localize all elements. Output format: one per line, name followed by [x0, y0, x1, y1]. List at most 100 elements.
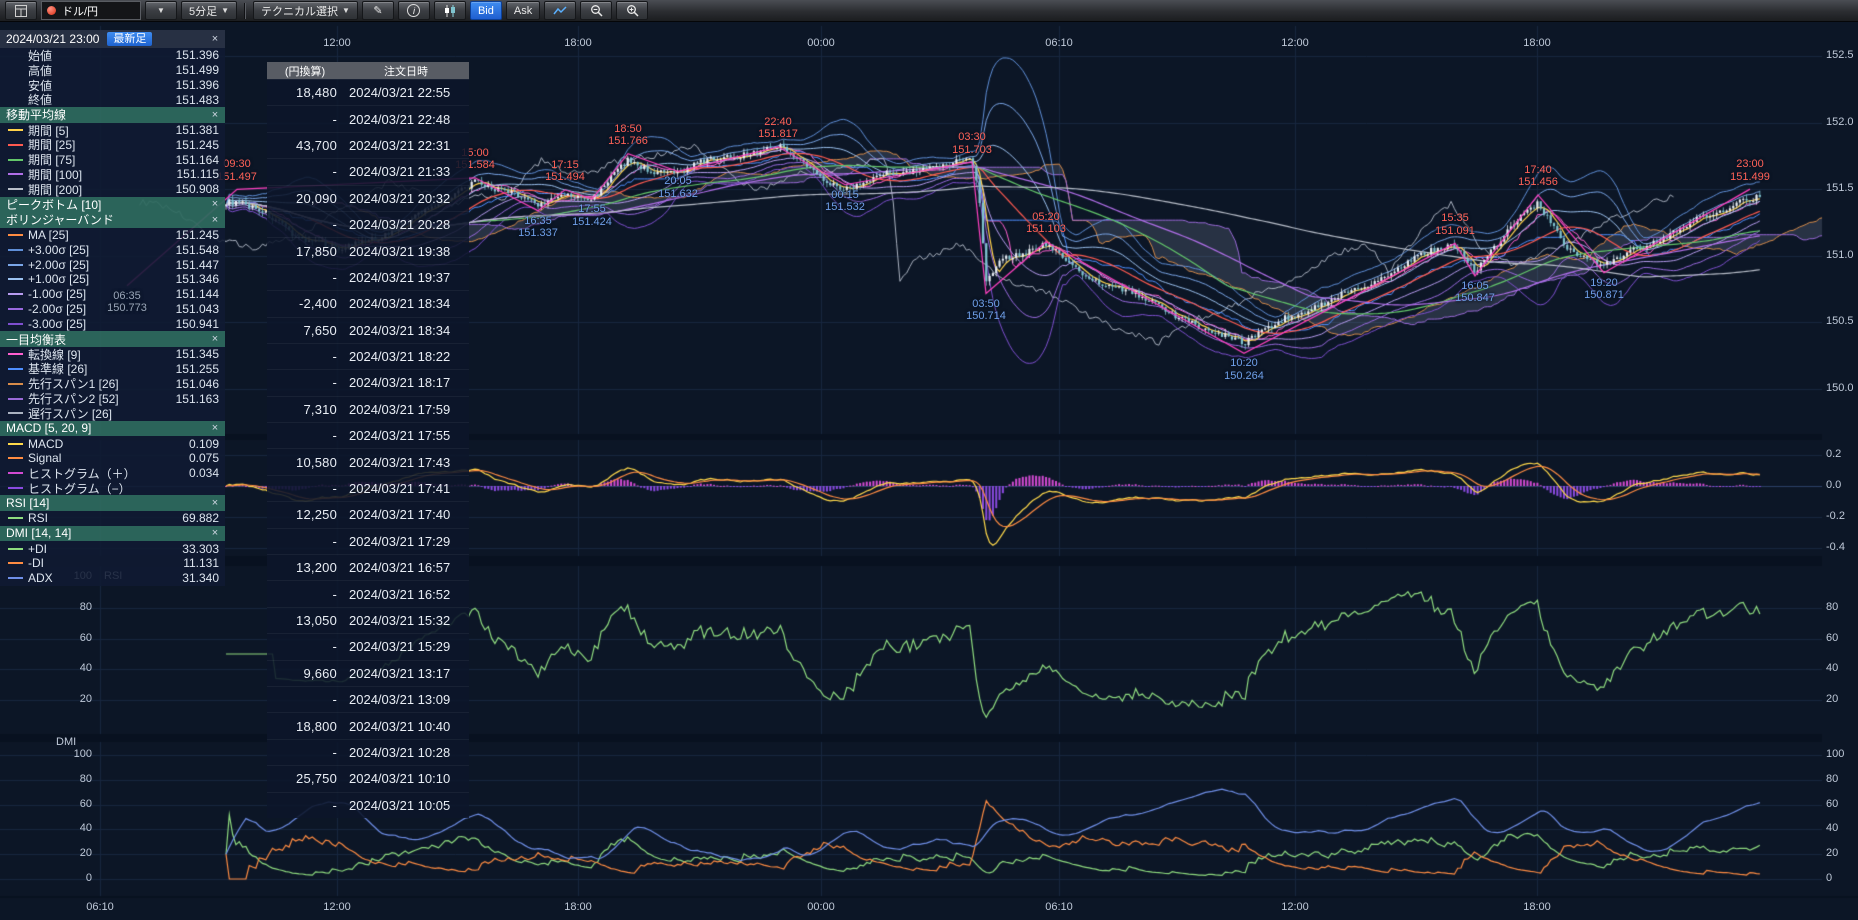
rsi-axis-label: 20: [1826, 693, 1838, 705]
order-datetime: 2024/03/21 18:34: [337, 323, 469, 338]
chart-annotation-low: 06:35150.773: [107, 290, 147, 315]
indicator-row: +2.00σ [25]151.447: [0, 257, 225, 272]
order-row[interactable]: 7,6502024/03/21 18:34: [267, 317, 469, 343]
window-layout-button[interactable]: [5, 1, 37, 20]
order-row[interactable]: -2024/03/21 18:17: [267, 369, 469, 395]
order-row[interactable]: -2024/03/21 16:52: [267, 580, 469, 606]
close-icon[interactable]: ×: [208, 497, 222, 509]
draw-tool-button[interactable]: ✎: [362, 1, 394, 20]
order-row[interactable]: 43,7002024/03/21 22:31: [267, 132, 469, 158]
line-swatch-icon: [8, 84, 23, 86]
line-chart-button[interactable]: [544, 1, 576, 20]
order-amount: -: [267, 745, 337, 760]
rsi-axis-label: 40: [1826, 662, 1838, 674]
order-datetime: 2024/03/21 19:38: [337, 244, 469, 259]
order-row[interactable]: -2,4002024/03/21 18:34: [267, 290, 469, 316]
order-datetime: 2024/03/21 10:40: [337, 719, 469, 734]
indicator-section-header: 移動平均線×: [0, 107, 225, 123]
info-panel-body: 始値151.396高値151.499安値151.396終値151.483移動平均…: [0, 48, 225, 586]
order-row[interactable]: -2024/03/21 17:41: [267, 475, 469, 501]
order-row[interactable]: -2024/03/21 15:29: [267, 633, 469, 659]
order-row[interactable]: -2024/03/21 19:37: [267, 264, 469, 290]
indicator-section-title: ボリンジャーバンド: [6, 211, 208, 228]
price-axis-label: 151.5: [1826, 182, 1854, 194]
bid-button[interactable]: Bid: [470, 1, 502, 20]
candle-style-button[interactable]: [434, 1, 466, 20]
currency-pair-select[interactable]: ドル/円: [41, 1, 141, 20]
indicator-row: 期間 [200]150.908: [0, 182, 225, 197]
order-row[interactable]: 18,8002024/03/21 10:40: [267, 712, 469, 738]
indicator-row: -DI11.131: [0, 556, 225, 571]
order-row[interactable]: -2024/03/21 10:05: [267, 792, 469, 818]
order-amount: -: [267, 349, 337, 364]
close-icon[interactable]: ×: [208, 214, 222, 226]
toolbar-divider: [244, 3, 246, 19]
indicator-value: 151.396: [176, 78, 219, 92]
order-row[interactable]: 18,4802024/03/21 22:55: [267, 79, 469, 105]
pair-dropdown-button[interactable]: ▼: [145, 1, 177, 20]
indicator-value: 150.908: [176, 182, 219, 196]
indicator-row: ヒストグラム（−）: [0, 481, 225, 496]
line-swatch-icon: [8, 129, 23, 131]
indicator-row: Signal0.075: [0, 451, 225, 466]
technical-select-button[interactable]: テクニカル選択 ▼: [253, 1, 358, 20]
indicator-row: 高値151.499: [0, 63, 225, 78]
indicator-label: -DI: [28, 556, 183, 570]
zoom-in-icon: [626, 4, 639, 17]
order-datetime: 2024/03/21 16:57: [337, 560, 469, 575]
price-axis-label: 150.0: [1826, 382, 1854, 394]
time-axis-label: 18:00: [1523, 901, 1551, 913]
info-icon: i: [407, 4, 420, 17]
indicator-value: 151.548: [176, 243, 219, 257]
macd-axis-label: -0.4: [1826, 541, 1845, 553]
line-swatch-icon: [8, 398, 23, 400]
dmi-axis-label: 100: [1826, 748, 1844, 760]
order-row[interactable]: 20,0902024/03/21 20:32: [267, 185, 469, 211]
order-row[interactable]: 13,0502024/03/21 15:32: [267, 607, 469, 633]
order-row[interactable]: -2024/03/21 18:22: [267, 343, 469, 369]
indicator-label: 遅行スパン [26]: [28, 405, 219, 422]
order-amount: 18,800: [267, 719, 337, 734]
indicator-row: 期間 [100]151.115: [0, 167, 225, 182]
line-swatch-icon: [8, 159, 23, 161]
order-datetime: 2024/03/21 10:05: [337, 798, 469, 813]
ask-button[interactable]: Ask: [506, 1, 540, 20]
order-row[interactable]: -2024/03/21 10:28: [267, 739, 469, 765]
order-amount: 25,750: [267, 771, 337, 786]
order-row[interactable]: -2024/03/21 22:48: [267, 105, 469, 131]
price-axis-label: 152.5: [1826, 49, 1854, 61]
line-swatch-icon: [8, 487, 23, 489]
order-row[interactable]: -2024/03/21 17:55: [267, 422, 469, 448]
order-amount: -: [267, 112, 337, 127]
order-row[interactable]: 9,6602024/03/21 13:17: [267, 660, 469, 686]
order-row[interactable]: -2024/03/21 21:33: [267, 158, 469, 184]
indicator-section-title: MACD [5, 20, 9]: [6, 421, 208, 435]
order-row[interactable]: 17,8502024/03/21 19:38: [267, 237, 469, 263]
candlestick-icon: [443, 5, 457, 17]
order-datetime: 2024/03/21 17:55: [337, 428, 469, 443]
info-button[interactable]: i: [398, 1, 430, 20]
time-axis-label: 18:00: [1523, 37, 1551, 49]
close-icon[interactable]: ×: [208, 333, 222, 345]
order-row[interactable]: 13,2002024/03/21 16:57: [267, 554, 469, 580]
chart-annotation-low: 16:35151.337: [518, 215, 558, 240]
indicator-value: 0.034: [189, 466, 219, 480]
order-row[interactable]: 7,3102024/03/21 17:59: [267, 396, 469, 422]
order-row[interactable]: 12,2502024/03/21 17:40: [267, 501, 469, 527]
line-swatch-icon: [8, 173, 23, 175]
close-icon[interactable]: ×: [208, 198, 222, 210]
zoom-in-button[interactable]: [616, 1, 648, 20]
zoom-out-button[interactable]: [580, 1, 612, 20]
order-amount: -: [267, 798, 337, 813]
close-icon[interactable]: ×: [208, 109, 222, 121]
order-row[interactable]: -2024/03/21 13:09: [267, 686, 469, 712]
close-icon[interactable]: ×: [208, 527, 222, 539]
close-icon[interactable]: ×: [208, 422, 222, 434]
order-row[interactable]: 25,7502024/03/21 10:10: [267, 765, 469, 791]
order-row[interactable]: -2024/03/21 20:28: [267, 211, 469, 237]
order-row[interactable]: 10,5802024/03/21 17:43: [267, 448, 469, 474]
order-datetime: 2024/03/21 20:28: [337, 217, 469, 232]
timeframe-select[interactable]: 5分足 ▼: [181, 1, 237, 20]
close-icon[interactable]: ×: [208, 33, 222, 45]
order-row[interactable]: -2024/03/21 17:29: [267, 528, 469, 554]
